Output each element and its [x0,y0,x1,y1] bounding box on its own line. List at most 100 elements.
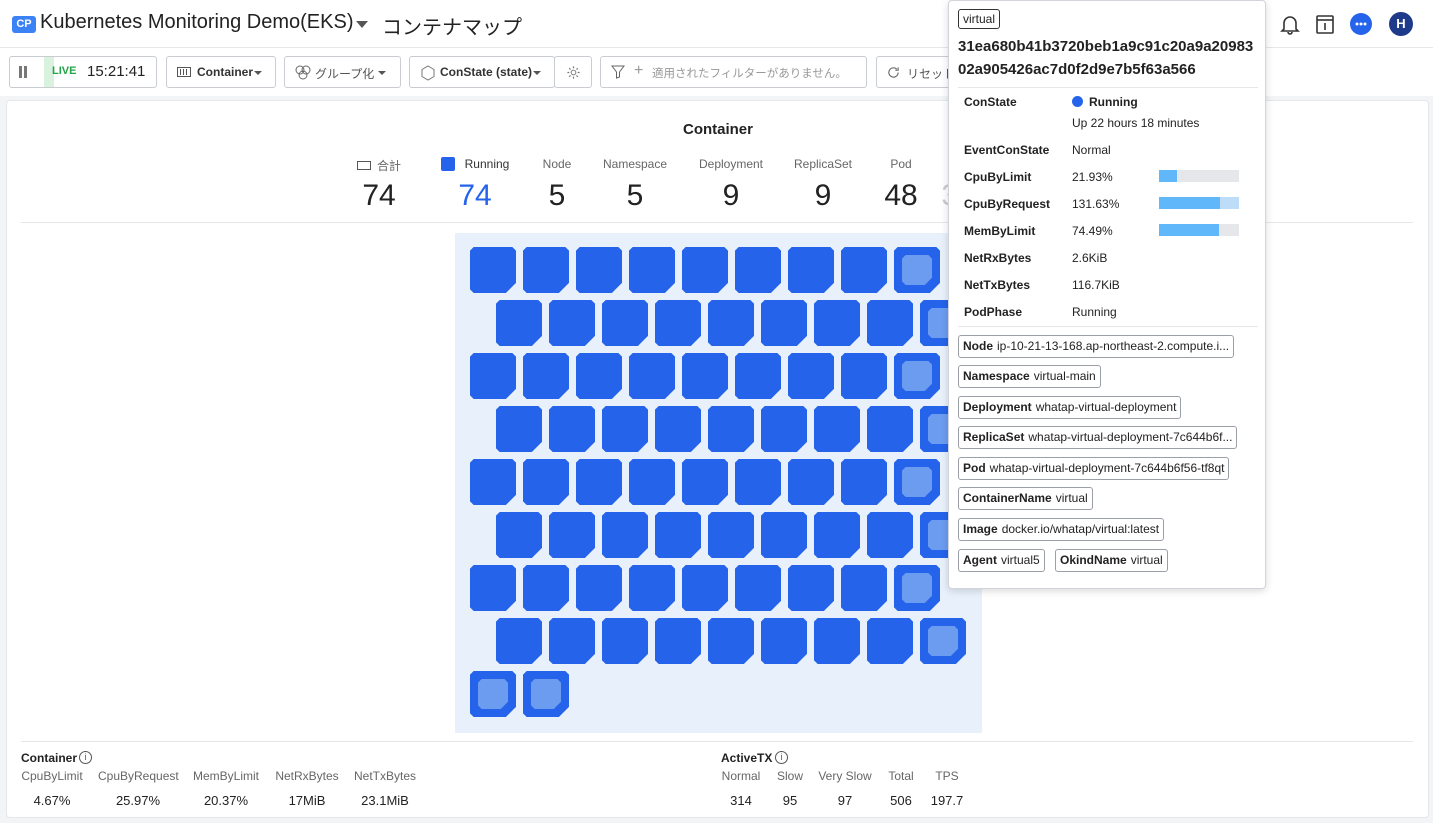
info-icon[interactable]: i [79,751,92,764]
container-cell[interactable] [549,406,595,452]
container-cell[interactable] [496,618,542,664]
stat-running[interactable]: Running 74 [437,157,513,213]
constate-selector[interactable]: ConState (state) [409,56,555,88]
container-cell[interactable] [682,459,728,505]
container-cell[interactable] [841,565,887,611]
info-icon[interactable]: i [775,751,788,764]
container-cell[interactable] [602,512,648,558]
pause-icon[interactable] [18,66,28,78]
chip-deployment[interactable]: Deployment whatap-virtual-deployment [958,396,1182,419]
container-cell[interactable] [655,300,701,346]
container-cell[interactable] [735,247,781,293]
container-cell[interactable] [549,300,595,346]
reset-button[interactable]: リセット [876,56,956,88]
container-cell[interactable] [496,300,542,346]
container-cell[interactable] [470,247,516,293]
container-cell[interactable] [735,353,781,399]
container-cell[interactable] [470,353,516,399]
container-cell[interactable] [470,459,516,505]
container-cell[interactable] [761,406,807,452]
container-cell[interactable] [602,618,648,664]
group-selector[interactable]: グループ化 [284,56,401,88]
container-cell[interactable] [629,565,675,611]
filter-input[interactable]: + 適用されたフィルターがありません。 [600,56,867,88]
info-panel-icon[interactable] [1313,12,1337,36]
container-cell[interactable] [629,353,675,399]
container-cell[interactable] [655,406,701,452]
container-cell[interactable] [576,247,622,293]
container-cell[interactable] [894,459,940,505]
container-cell[interactable] [894,565,940,611]
container-cell[interactable] [523,353,569,399]
chip-namespace[interactable]: Namespace virtual-main [958,365,1101,388]
container-cell[interactable] [523,459,569,505]
container-cell[interactable] [708,618,754,664]
container-cell[interactable] [576,459,622,505]
container-cell[interactable] [629,247,675,293]
container-cell[interactable] [867,512,913,558]
container-cell[interactable] [788,353,834,399]
container-cell[interactable] [523,247,569,293]
container-cell[interactable] [814,618,860,664]
container-cell[interactable] [655,512,701,558]
live-control[interactable]: LIVE 15:21:41 [9,56,157,88]
container-cell[interactable] [761,512,807,558]
container-cell[interactable] [682,565,728,611]
container-cell[interactable] [602,300,648,346]
chevron-down-icon[interactable] [356,21,368,28]
container-cell[interactable] [576,353,622,399]
container-cell[interactable] [708,512,754,558]
container-cell[interactable] [814,300,860,346]
container-cell[interactable] [602,406,648,452]
container-cell[interactable] [682,247,728,293]
container-cell[interactable] [549,512,595,558]
settings-button[interactable] [554,56,592,88]
container-cell[interactable] [708,300,754,346]
container-cell[interactable] [708,406,754,452]
container-cell[interactable] [761,300,807,346]
container-cell[interactable] [523,671,569,717]
container-cell[interactable] [894,353,940,399]
running-status-dot [1072,96,1083,107]
container-cell[interactable] [867,406,913,452]
container-cell[interactable] [920,618,966,664]
chip-image[interactable]: Image docker.io/whatap/virtual:latest [958,518,1165,541]
live-label: LIVE [52,65,77,77]
container-cell[interactable] [496,512,542,558]
container-cell[interactable] [867,618,913,664]
container-cell[interactable] [788,565,834,611]
container-cell[interactable] [788,247,834,293]
container-cell[interactable] [814,512,860,558]
project-selector[interactable]: Kubernetes Monitoring Demo(EKS) [40,11,353,34]
container-cell[interactable] [470,671,516,717]
chip-okindname[interactable]: OkindName virtual [1055,549,1168,572]
container-cell[interactable] [470,565,516,611]
container-cell[interactable] [735,459,781,505]
chip-replicaset[interactable]: ReplicaSet whatap-virtual-deployment-7c64… [958,426,1238,449]
container-cell[interactable] [841,353,887,399]
chip-agent[interactable]: Agent virtual5 [958,549,1045,572]
container-cell[interactable] [894,247,940,293]
chip-pod[interactable]: Pod whatap-virtual-deployment-7c644b6f56-… [958,457,1230,480]
container-cell[interactable] [761,618,807,664]
container-cell[interactable] [496,406,542,452]
bell-icon[interactable] [1278,12,1302,36]
nettxbytes-value: 116.7KiB [1072,278,1120,292]
container-cell[interactable] [735,565,781,611]
container-cell[interactable] [788,459,834,505]
container-cell[interactable] [682,353,728,399]
container-cell[interactable] [576,565,622,611]
container-cell[interactable] [867,300,913,346]
container-cell[interactable] [523,565,569,611]
container-cell[interactable] [841,247,887,293]
container-cell[interactable] [814,406,860,452]
container-selector[interactable]: Container [166,56,276,88]
avatar[interactable]: H [1389,12,1413,36]
chip-containername[interactable]: ContainerName virtual [958,487,1093,510]
chat-icon[interactable] [1349,12,1373,36]
chip-node[interactable]: Node ip-10-21-13-168.ap-northeast-2.compu… [958,335,1235,358]
container-cell[interactable] [549,618,595,664]
container-cell[interactable] [629,459,675,505]
container-cell[interactable] [841,459,887,505]
container-cell[interactable] [655,618,701,664]
